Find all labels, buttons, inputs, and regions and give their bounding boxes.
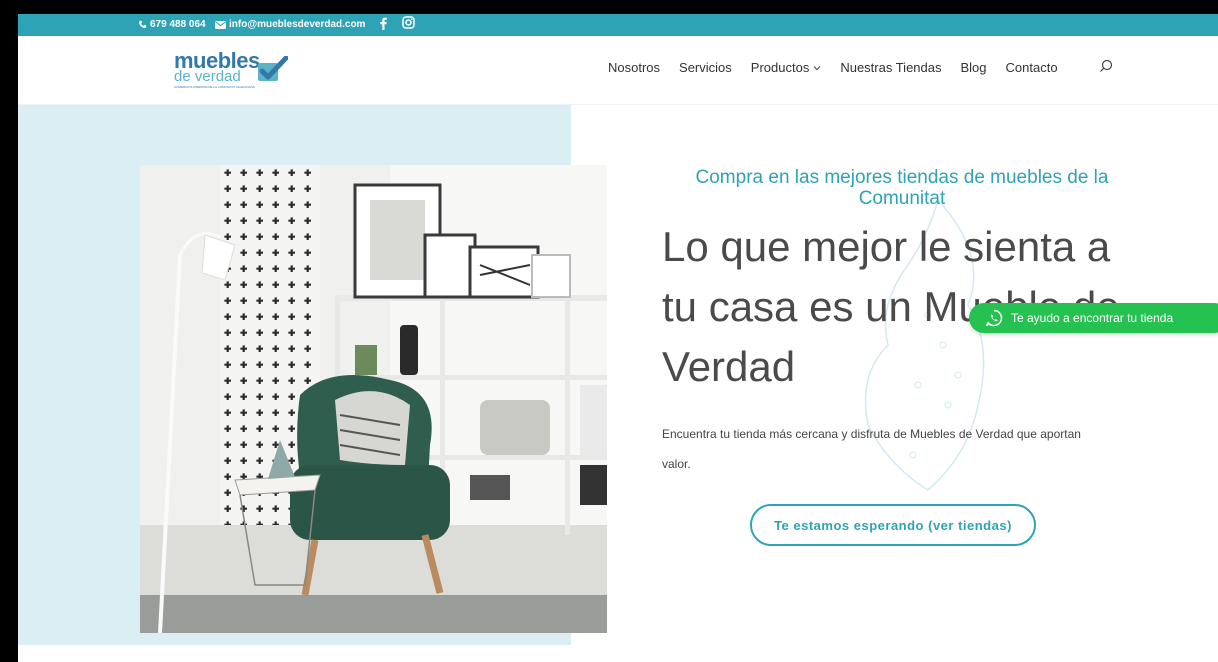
hero-description: Encuentra tu tienda más cercana y disfru…: [662, 427, 1081, 471]
hero-room-photo: [140, 165, 607, 633]
email-text: info@mueblesdeverdad.com: [229, 19, 366, 30]
phone-link[interactable]: 679 488 064: [138, 19, 206, 30]
nav-item-nuestras-tiendas[interactable]: Nuestras Tiendas: [840, 60, 941, 75]
site-header: muebles de verdad COMERCIOS PREMIUM DE L…: [18, 36, 1218, 105]
email-link[interactable]: info@mueblesdeverdad.com: [215, 19, 365, 30]
see-stores-button[interactable]: Te estamos esperando (ver tiendas): [750, 504, 1036, 546]
nav-item-productos[interactable]: Productos: [751, 60, 822, 75]
phone-text: 679 488 064: [150, 19, 206, 30]
whatsapp-label: Te ayudo a encontrar tu tienda: [1011, 311, 1174, 325]
instagram-icon[interactable]: [402, 16, 415, 29]
checkmark-icon: [258, 56, 288, 81]
nav-item-productos-label: Productos: [750, 60, 810, 75]
nav-item-nosotros[interactable]: Nosotros: [608, 60, 660, 75]
logo-line2: de verdad: [174, 68, 241, 85]
mail-icon: [215, 20, 226, 29]
nav-item-servicios[interactable]: Servicios: [679, 60, 732, 75]
chevron-down-icon: [813, 65, 821, 70]
hero-section: Compra en las mejores tiendas de muebles…: [18, 105, 1218, 645]
phone-icon: [138, 20, 147, 28]
facebook-icon[interactable]: [380, 17, 387, 30]
search-icon[interactable]: [1099, 59, 1113, 76]
top-bar: 679 488 064 info@mueblesdeverdad.com: [18, 14, 1218, 36]
logo-tagline: COMERCIOS PREMIUM DE LA COMUNITAT VALENC…: [174, 85, 255, 89]
section-divider: [18, 645, 1218, 662]
whatsapp-icon: [985, 309, 1003, 327]
nav-item-contacto[interactable]: Contacto: [1006, 60, 1058, 75]
whatsapp-chat-button[interactable]: Te ayudo a encontrar tu tienda: [969, 303, 1218, 333]
page: 679 488 064 info@mueblesdeverdad.com mue…: [18, 14, 1218, 662]
nav-item-blog[interactable]: Blog: [961, 60, 987, 75]
site-logo[interactable]: muebles de verdad COMERCIOS PREMIUM DE L…: [174, 50, 294, 92]
hero-kicker: Compra en las mejores tiendas de muebles…: [695, 167, 1109, 209]
main-nav: Nosotros Servicios Productos Nuestras Ti…: [608, 59, 1113, 75]
